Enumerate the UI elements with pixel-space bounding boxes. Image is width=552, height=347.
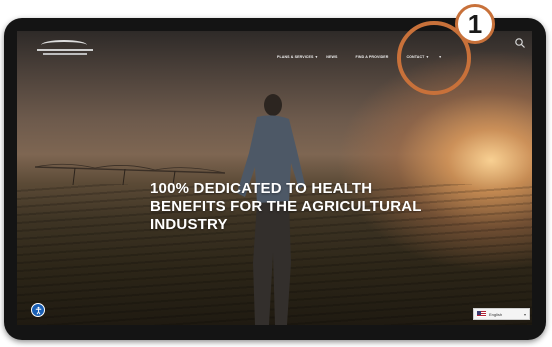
organization-logo-icon[interactable] bbox=[37, 40, 95, 60]
search-icon[interactable] bbox=[514, 36, 526, 48]
headline-line-3: INDUSTRY bbox=[150, 216, 228, 233]
chevron-down-icon: ▾ bbox=[523, 311, 526, 317]
language-label: English bbox=[489, 311, 503, 317]
nav-item-plans-services[interactable]: PLANS & SERVICES ▾ bbox=[277, 55, 317, 59]
chevron-down-icon: ▾ bbox=[315, 55, 318, 59]
accessibility-icon[interactable] bbox=[31, 303, 45, 317]
headline-line-2: BENEFITS FOR THE AGRICULTURAL bbox=[150, 198, 422, 215]
nav-item-news[interactable]: NEWS bbox=[326, 55, 337, 59]
hero-headline: 100% DEDICATED TO HEALTH BENEFITS FOR TH… bbox=[150, 180, 450, 234]
step-number-badge: 1 bbox=[455, 4, 495, 44]
us-flag-icon bbox=[477, 311, 486, 317]
nav-item-find-a-provider[interactable]: FIND A PROVIDER bbox=[355, 55, 388, 59]
language-selector[interactable]: English ▾ bbox=[473, 308, 530, 320]
headline-line-1: 100% DEDICATED TO HEALTH bbox=[150, 180, 373, 197]
